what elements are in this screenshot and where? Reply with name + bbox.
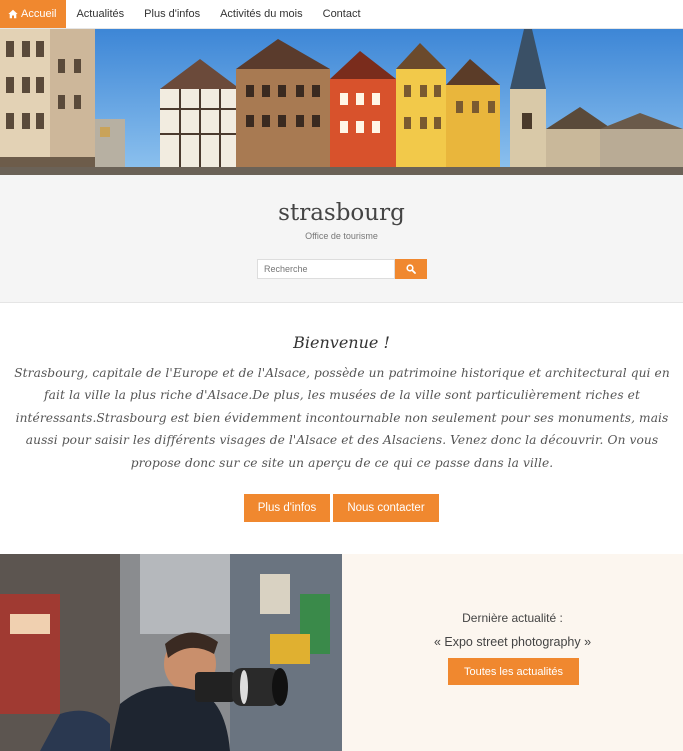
nav-item-activites[interactable]: Activités du mois (210, 0, 313, 28)
contact-button[interactable]: Nous contacter (333, 494, 439, 522)
nav-item-contact[interactable]: Contact (313, 0, 371, 28)
home-icon (8, 9, 18, 19)
nav-item-plus-infos[interactable]: Plus d'infos (134, 0, 210, 28)
site-header-band: strasbourg Office de tourisme (0, 175, 683, 303)
hero-image (0, 29, 683, 175)
street-photographer-image (0, 554, 342, 751)
all-news-button[interactable]: Toutes les actualités (448, 658, 579, 685)
nav-item-accueil[interactable]: Accueil (0, 0, 67, 28)
photographer-illustration (0, 554, 342, 751)
plus-infos-button[interactable]: Plus d'infos (244, 494, 330, 522)
nav-label: Activités du mois (220, 8, 303, 20)
top-navbar: Accueil Actualités Plus d'infos Activité… (0, 0, 683, 29)
search-form (257, 259, 427, 279)
search-button[interactable] (395, 259, 427, 279)
nav-item-actualites[interactable]: Actualités (66, 0, 134, 28)
welcome-text: Strasbourg, capitale de l'Europe et de l… (14, 366, 670, 470)
latest-news-panel: Dernière actualité : « Expo street photo… (342, 554, 683, 751)
search-input[interactable] (257, 259, 395, 279)
nav-label: Actualités (76, 8, 125, 20)
nav-label: Contact (322, 8, 361, 20)
latest-news-label: Dernière actualité : (462, 611, 563, 625)
search-icon (406, 264, 416, 274)
strasbourg-houses-illustration (0, 29, 683, 175)
site-subtitle: Office de tourisme (305, 231, 378, 241)
latest-news-title[interactable]: « Expo street photography » (342, 635, 683, 649)
site-title: strasbourg (278, 200, 405, 226)
nav-label: Accueil (21, 8, 57, 20)
welcome-title: Bienvenue ! (293, 333, 390, 352)
nav-label: Plus d'infos (144, 8, 201, 20)
